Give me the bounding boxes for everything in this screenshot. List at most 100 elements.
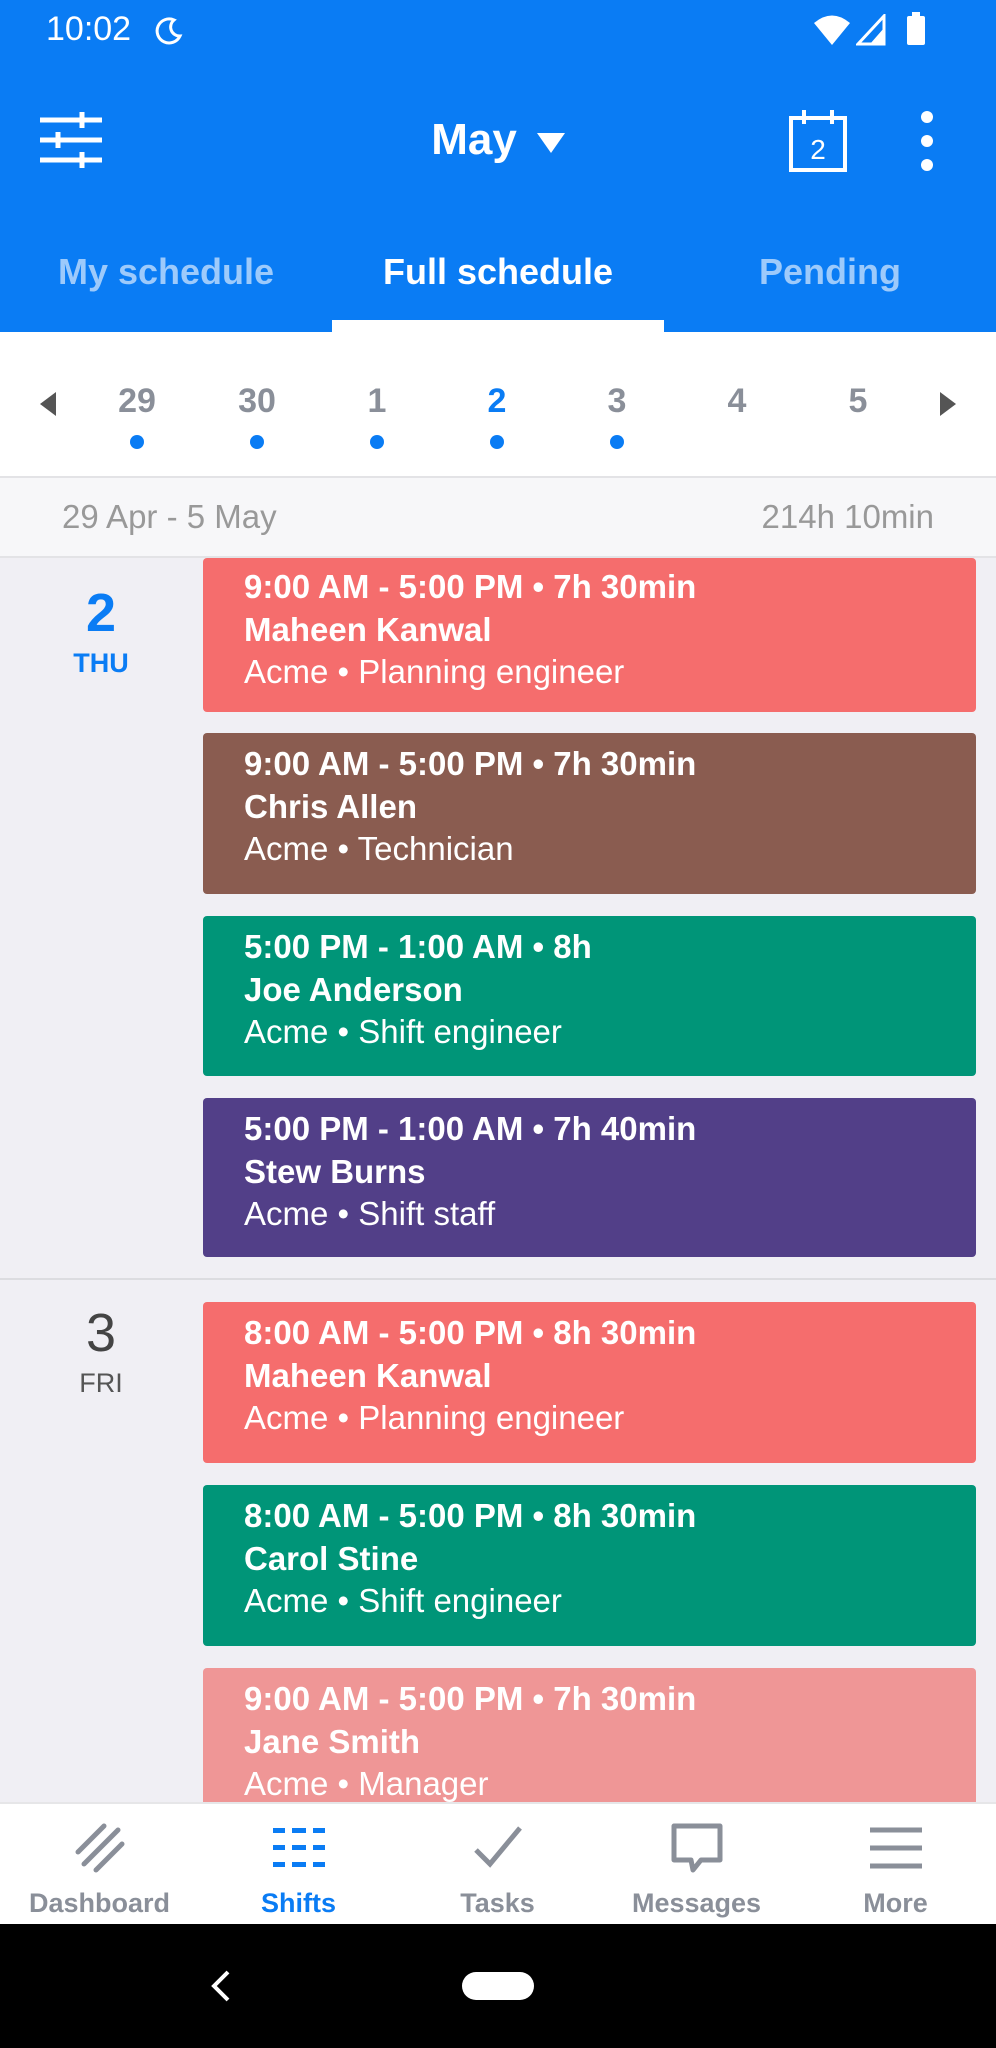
month-title: May xyxy=(431,115,517,164)
shift-time: 5:00 PM - 1:00 AM • 7h 40min xyxy=(244,1110,697,1147)
day-strip-number: 3 xyxy=(607,382,627,420)
shift-card[interactable]: 9:00 AM - 5:00 PM • 7h 30min Jane Smith … xyxy=(203,1668,976,1802)
signal-icon xyxy=(856,14,886,46)
day-strip-item[interactable]: 4 xyxy=(697,382,777,421)
day-strip-item[interactable]: 30 xyxy=(217,382,297,449)
shift-employee: Stew Burns xyxy=(244,1153,426,1190)
shift-employee: Chris Allen xyxy=(244,788,417,825)
shift-card[interactable]: 5:00 PM - 1:00 AM • 8h Joe Anderson Acme… xyxy=(203,916,976,1076)
schedule-tabs: My schedule Full schedule Pending xyxy=(0,222,996,332)
shift-role: Technician xyxy=(357,830,514,867)
shift-time: 8:00 AM - 5:00 PM • 8h 30min xyxy=(244,1314,697,1351)
nav-more[interactable]: More xyxy=(796,1804,995,1926)
day-strip-number: 30 xyxy=(238,382,276,420)
chat-bubble-icon xyxy=(671,1823,723,1873)
day-strip-item[interactable]: 29 xyxy=(97,382,177,449)
shift-time: 5:00 PM - 1:00 AM • 8h xyxy=(244,928,592,965)
shift-company: Acme xyxy=(244,1582,329,1619)
calendar-day-number: 2 xyxy=(810,134,826,165)
nav-label: Shifts xyxy=(260,1888,336,1918)
shift-role: Shift engineer xyxy=(358,1013,562,1050)
day-divider xyxy=(0,1278,996,1280)
shift-employee: Maheen Kanwal xyxy=(244,1357,492,1394)
week-range: 29 Apr - 5 May xyxy=(62,498,277,535)
bottom-navigation: Dashboard Shifts Tasks Messages More xyxy=(0,1802,996,1924)
shift-indicator-dot xyxy=(250,435,264,449)
back-icon[interactable] xyxy=(206,1968,236,2004)
shift-time: 9:00 AM - 5:00 PM • 7h 30min xyxy=(244,1680,697,1717)
day-label: 2 THU xyxy=(0,582,202,679)
shift-indicator-dot xyxy=(370,435,384,449)
shift-card[interactable]: 9:00 AM - 5:00 PM • 7h 30min Maheen Kanw… xyxy=(203,558,976,712)
day-strip: 29 30 1 2 3 4 5 xyxy=(0,332,996,478)
day-strip-item[interactable]: 3 xyxy=(577,382,657,449)
shift-company: Acme xyxy=(244,1195,329,1232)
nav-label: More xyxy=(863,1888,928,1918)
week-summary: 29 Apr - 5 May 214h 10min xyxy=(0,478,996,558)
nav-label: Messages xyxy=(631,1888,762,1918)
caret-down-icon xyxy=(536,133,565,153)
status-bar: 10:02 xyxy=(0,0,996,60)
shift-meta: Acme • Manager xyxy=(244,1765,489,1802)
day-strip-item[interactable]: 1 xyxy=(337,382,417,449)
shift-company: Acme xyxy=(244,1399,329,1436)
shift-indicator-dot xyxy=(490,435,504,449)
nav-label: Dashboard xyxy=(28,1888,171,1918)
shift-employee: Maheen Kanwal xyxy=(244,611,492,648)
shift-card[interactable]: 5:00 PM - 1:00 AM • 7h 40min Stew Burns … xyxy=(203,1098,976,1257)
day-number: 3 xyxy=(85,1303,117,1363)
day-strip-item[interactable]: 5 xyxy=(818,382,898,421)
shift-card[interactable]: 9:00 AM - 5:00 PM • 7h 30min Chris Allen… xyxy=(203,733,976,894)
shift-time: 9:00 AM - 5:00 PM • 7h 30min xyxy=(244,745,697,782)
shift-employee: Joe Anderson xyxy=(244,971,463,1008)
shift-role: Shift staff xyxy=(358,1195,496,1232)
shift-meta: Acme • Shift engineer xyxy=(244,1013,562,1050)
toolbar: May 2 xyxy=(0,90,996,190)
previous-week-icon[interactable] xyxy=(40,392,56,416)
week-total-hours: 214h 10min xyxy=(761,498,934,535)
tab-my-schedule[interactable]: My schedule xyxy=(0,222,332,322)
day-strip-number: 4 xyxy=(727,382,747,420)
shift-card[interactable]: 8:00 AM - 5:00 PM • 8h 30min Maheen Kanw… xyxy=(203,1302,976,1463)
shift-company: Acme xyxy=(244,1765,329,1802)
day-number: 2 xyxy=(85,583,117,643)
shift-card[interactable]: 8:00 AM - 5:00 PM • 8h 30min Carol Stine… xyxy=(203,1485,976,1646)
shift-time: 9:00 AM - 5:00 PM • 7h 30min xyxy=(244,568,697,605)
day-strip-number: 2 xyxy=(487,382,507,420)
nav-dashboard[interactable]: Dashboard xyxy=(0,1804,199,1926)
battery-icon xyxy=(907,12,925,45)
shift-company: Acme xyxy=(244,653,329,690)
day-label: 3 FRI xyxy=(0,1302,202,1399)
system-navigation-bar xyxy=(0,1924,996,2048)
nav-messages[interactable]: Messages xyxy=(597,1804,796,1926)
more-vert-icon[interactable] xyxy=(912,110,942,172)
shift-role: Manager xyxy=(358,1765,489,1802)
do-not-disturb-icon xyxy=(155,17,183,45)
day-strip-number: 29 xyxy=(118,382,156,420)
shift-role: Shift engineer xyxy=(358,1582,562,1619)
shift-company: Acme xyxy=(244,1013,329,1050)
menu-icon xyxy=(870,1827,922,1869)
tab-full-schedule[interactable]: Full schedule xyxy=(332,222,664,322)
schedule-list: 2 THU 9:00 AM - 5:00 PM • 7h 30min Mahee… xyxy=(0,558,996,1802)
next-week-icon[interactable] xyxy=(940,392,956,416)
calendar-today-icon[interactable]: 2 xyxy=(788,108,848,174)
shift-indicator-dot xyxy=(130,435,144,449)
nav-shifts[interactable]: Shifts xyxy=(199,1804,398,1926)
day-strip-number: 1 xyxy=(367,382,387,420)
checkmark-icon xyxy=(474,1826,522,1868)
dashboard-icon xyxy=(75,1823,125,1873)
app-bar: 10:02 May 2 My schedule Full schedule Pe… xyxy=(0,0,996,332)
nav-tasks[interactable]: Tasks xyxy=(398,1804,597,1926)
nav-label: Tasks xyxy=(460,1888,535,1918)
shift-meta: Acme • Technician xyxy=(244,830,514,867)
day-strip-number: 5 xyxy=(848,382,868,420)
shift-meta: Acme • Shift engineer xyxy=(244,1582,562,1619)
tab-pending[interactable]: Pending xyxy=(664,222,996,322)
wifi-icon xyxy=(814,15,850,45)
home-handle[interactable] xyxy=(462,1972,534,2000)
shifts-icon xyxy=(273,1828,325,1867)
shift-employee: Jane Smith xyxy=(244,1723,421,1760)
day-strip-item-selected[interactable]: 2 xyxy=(457,382,537,449)
shift-role: Planning engineer xyxy=(358,653,625,690)
